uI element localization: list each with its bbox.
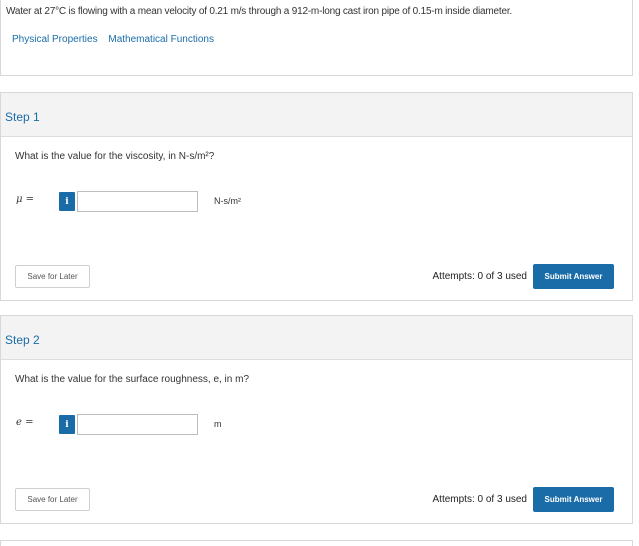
save-for-later-button[interactable]: Save for Later (15, 265, 90, 288)
viscosity-answer-input[interactable] (77, 191, 198, 212)
submit-answer-button[interactable]: Submit Answer (533, 264, 614, 289)
step-1-question: What is the value for the viscosity, in … (15, 151, 215, 162)
step-1-title: Step 1 (5, 110, 40, 124)
save-for-later-button[interactable]: Save for Later (15, 488, 90, 511)
submit-answer-button[interactable]: Submit Answer (533, 487, 614, 512)
viscosity-symbol: μ = (16, 194, 35, 205)
step-1-header: Step 1 (1, 93, 632, 137)
roughness-symbol: e = (16, 417, 34, 428)
roughness-answer-input[interactable] (77, 414, 198, 435)
info-icon[interactable]: i (59, 415, 75, 434)
next-card-edge (0, 540, 633, 546)
viscosity-unit: N-s/m² (214, 196, 241, 206)
physical-properties-link[interactable]: Physical Properties (12, 34, 98, 45)
roughness-unit: m (214, 419, 222, 429)
resource-links: Physical Properties Mathematical Functio… (12, 34, 222, 45)
info-icon[interactable]: i (59, 192, 75, 211)
problem-statement-card: Water at 27°C is flowing with a mean vel… (0, 0, 633, 76)
mathematical-functions-link[interactable]: Mathematical Functions (108, 34, 214, 45)
attempts-counter: Attempts: 0 of 3 used (432, 271, 528, 282)
step-2-card: Step 2 What is the value for the surface… (0, 315, 633, 524)
step-2-question: What is the value for the surface roughn… (15, 374, 250, 385)
step-1-card: Step 1 What is the value for the viscosi… (0, 92, 633, 301)
step-2-title: Step 2 (5, 333, 40, 347)
step-2-header: Step 2 (1, 316, 632, 360)
problem-text: Water at 27°C is flowing with a mean vel… (6, 6, 512, 17)
attempts-counter: Attempts: 0 of 3 used (432, 494, 528, 505)
